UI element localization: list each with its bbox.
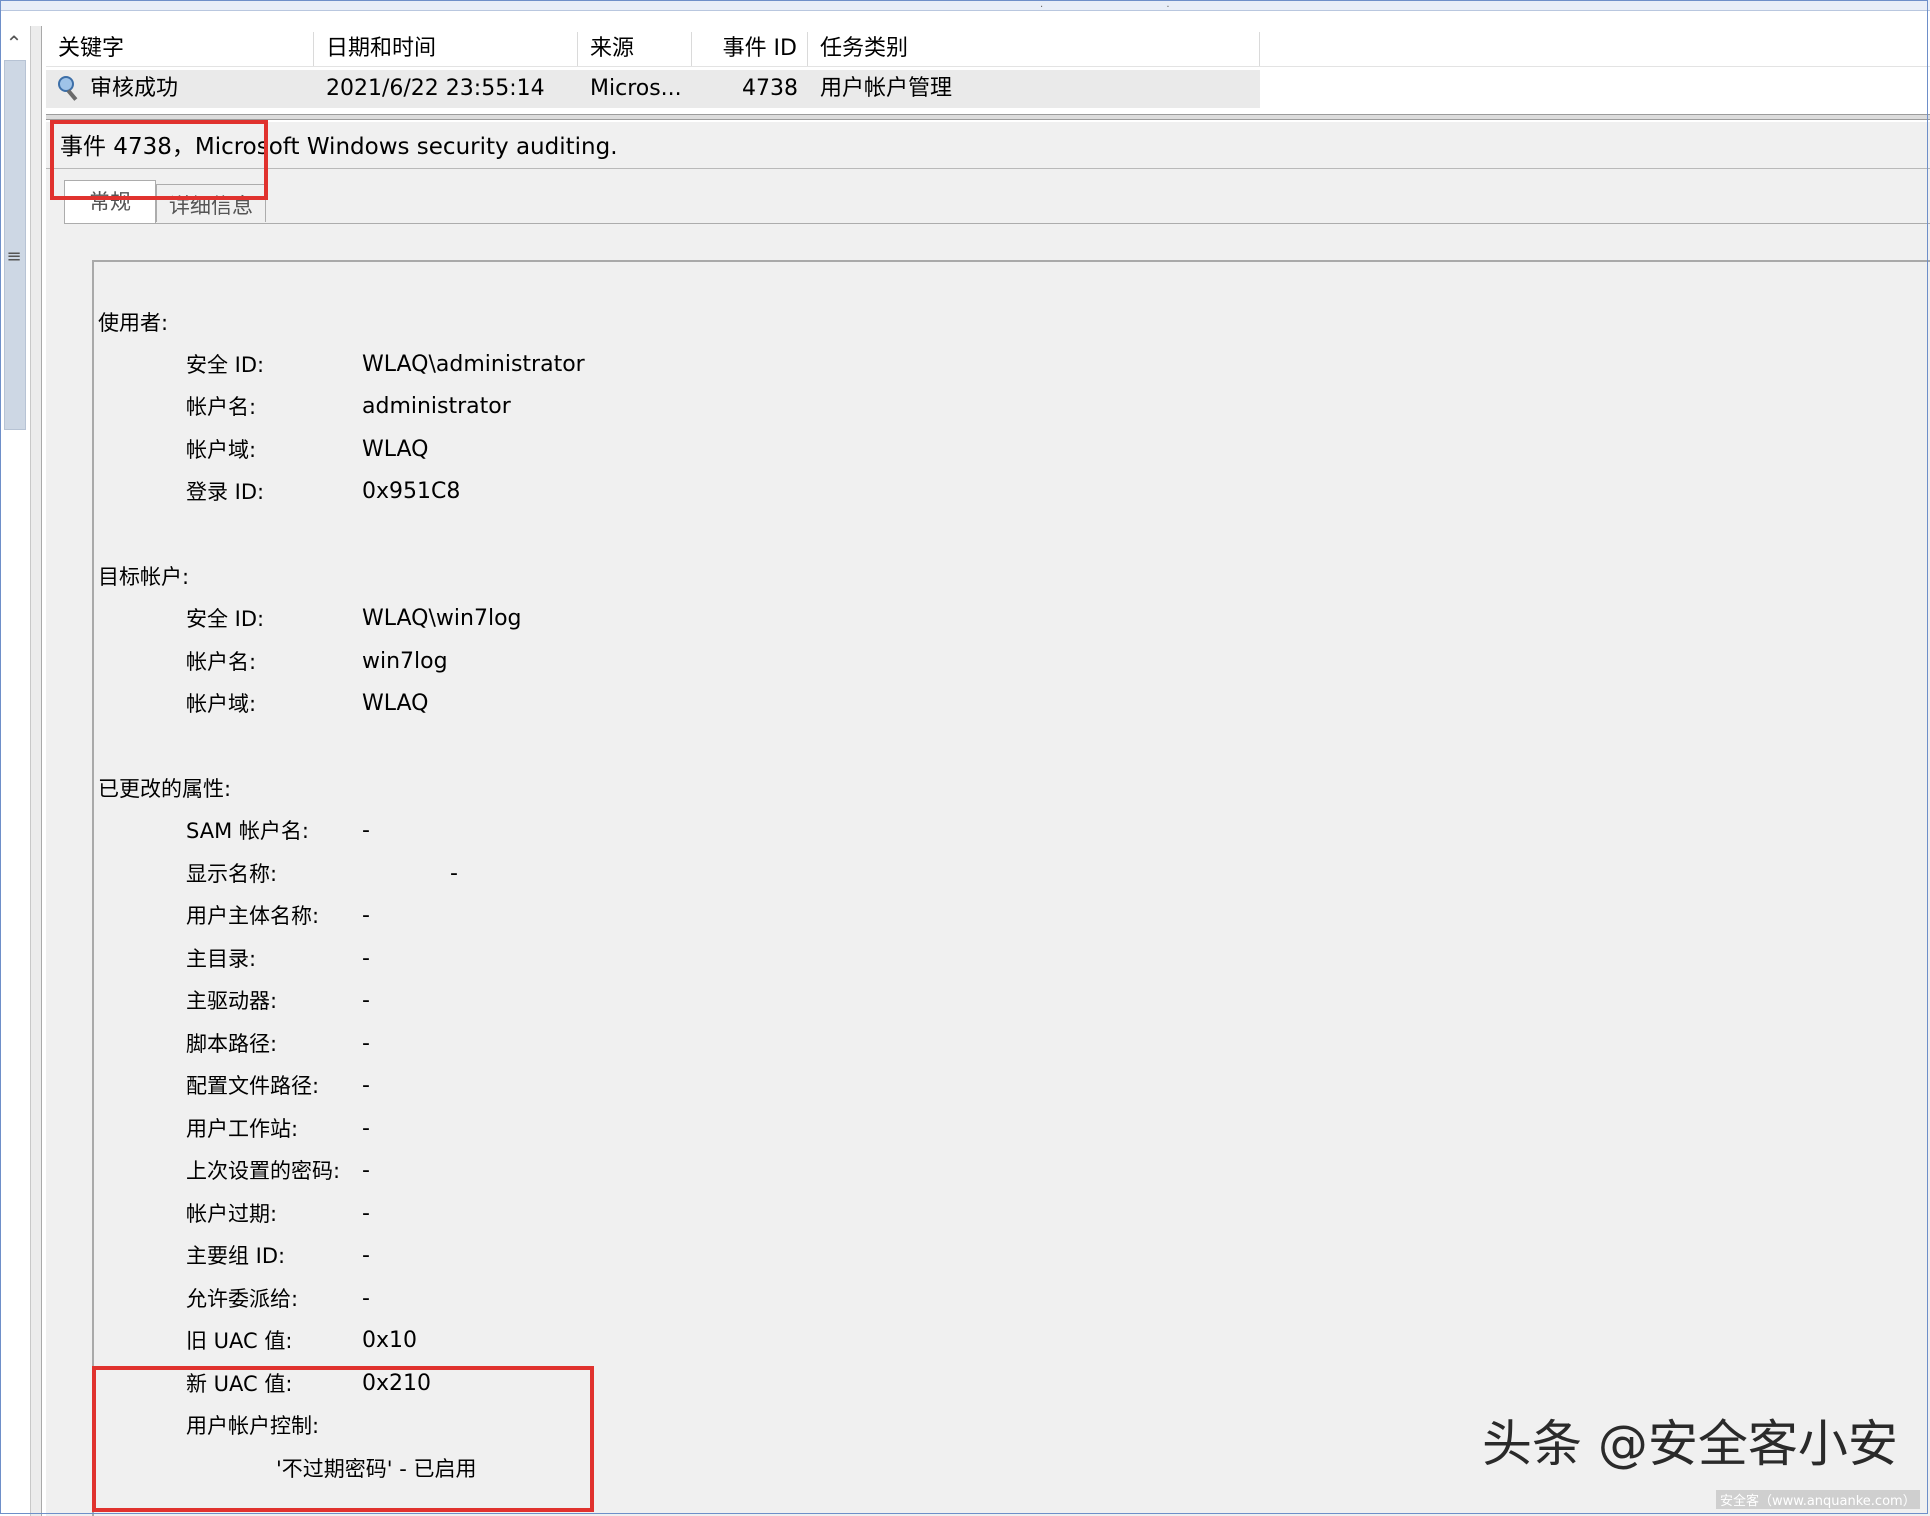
window-frame — [0, 0, 1928, 1514]
